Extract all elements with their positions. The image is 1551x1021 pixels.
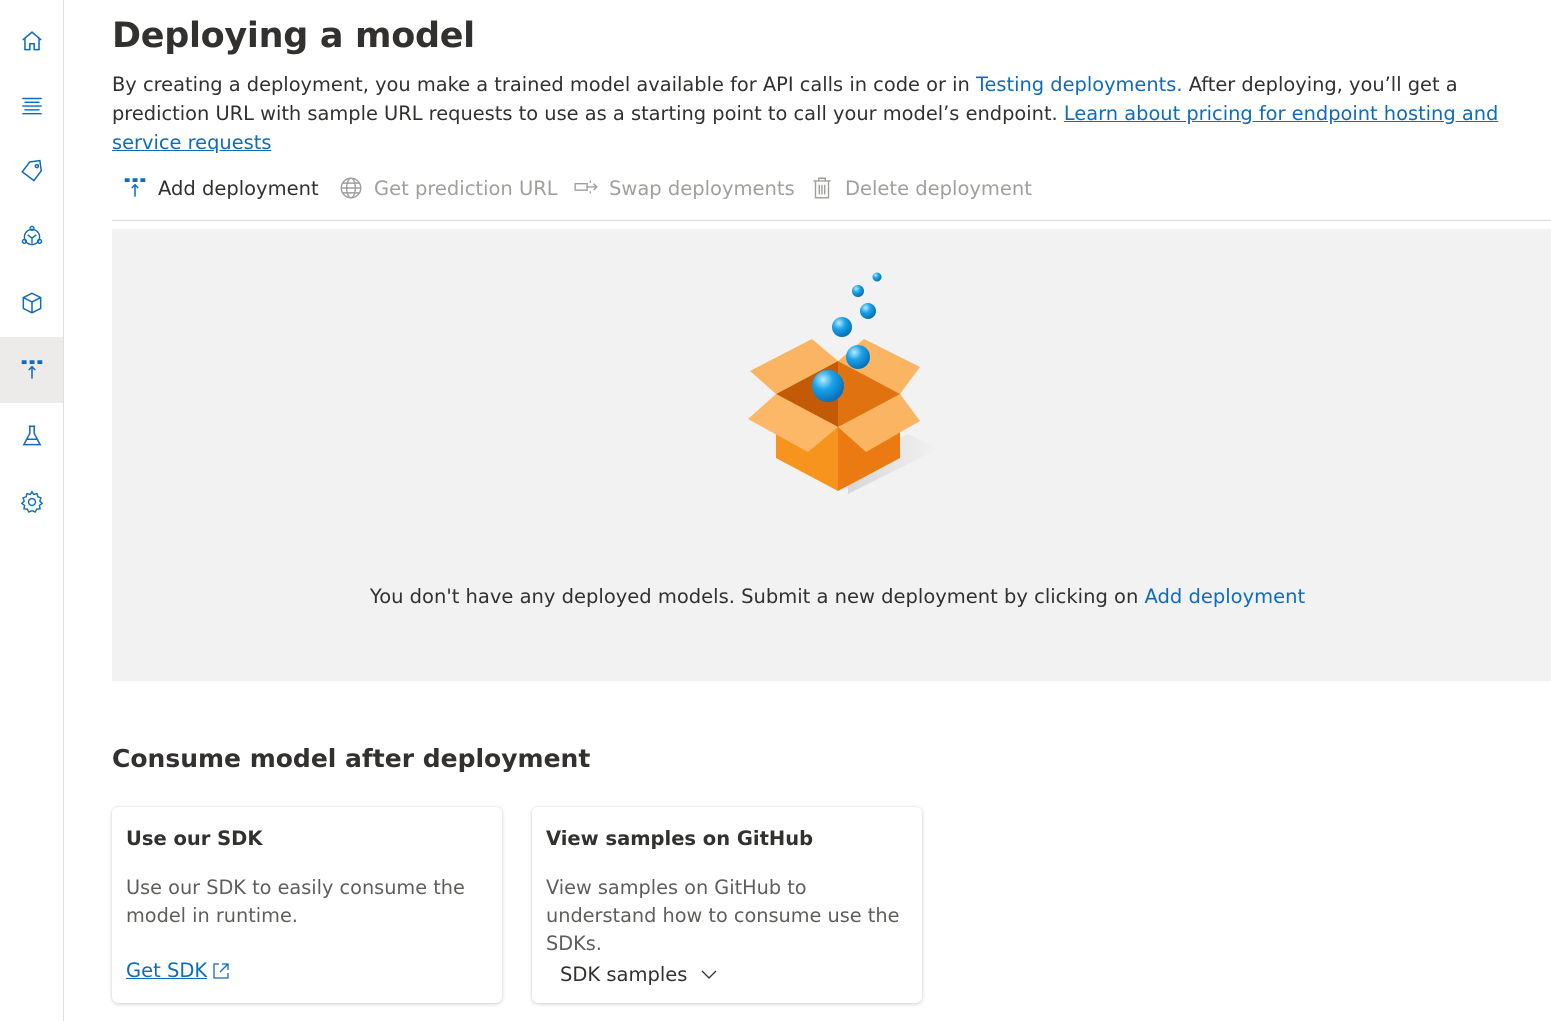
globe-icon <box>340 177 362 199</box>
github-card-description: View samples on GitHub to understand how… <box>546 876 900 955</box>
nav-data-labeling[interactable] <box>0 138 63 204</box>
test-flask-icon <box>22 425 41 446</box>
get-prediction-url-label: Get prediction URL <box>374 176 558 200</box>
testing-deployments-link[interactable]: Testing deployments. <box>976 73 1183 96</box>
command-bar: Add deployment Get prediction URL Swap d… <box>112 164 1551 221</box>
sdk-samples-label: SDK samples <box>560 962 688 986</box>
intro-text-part1: By creating a deployment, you make a tra… <box>112 73 976 96</box>
swap-icon <box>574 180 598 194</box>
get-sdk-label: Get SDK <box>126 959 208 982</box>
swap-deployments-label: Swap deployments <box>609 176 795 200</box>
nav-settings[interactable] <box>0 469 63 535</box>
external-link-icon <box>213 962 229 979</box>
add-deployment-button[interactable]: Add deployment <box>122 172 319 204</box>
nav-projects[interactable] <box>0 72 63 138</box>
settings-icon <box>20 490 43 513</box>
github-samples-card: View samples on GitHub View samples on G… <box>532 807 922 1003</box>
nav-deploying-model[interactable] <box>0 337 63 403</box>
sdk-card-title: Use our SDK <box>126 827 263 850</box>
nav-home[interactable] <box>0 8 63 74</box>
nav-train-model[interactable] <box>0 204 63 270</box>
empty-state-panel: You don't have any deployed models. Subm… <box>112 229 1551 681</box>
github-card-title: View samples on GitHub <box>546 827 814 850</box>
add-deployment-label: Add deployment <box>158 176 319 200</box>
list-icon <box>21 97 42 115</box>
home-icon <box>21 31 42 51</box>
delete-deployment-label: Delete deployment <box>845 176 1032 200</box>
nav-model-performance[interactable] <box>0 270 63 336</box>
nav-testing[interactable] <box>0 403 63 469</box>
chevron-down-icon <box>701 970 717 979</box>
empty-state-message: You don't have any deployed models. Subm… <box>112 585 1551 608</box>
training-icon <box>21 225 42 246</box>
tag-icon <box>20 159 42 182</box>
get-sdk-link[interactable]: Get SDK <box>126 959 231 982</box>
deploy-icon <box>124 178 146 197</box>
deploy-icon <box>21 360 42 379</box>
empty-state-text: You don't have any deployed models. Subm… <box>369 585 1145 608</box>
consume-section-title: Consume model after deployment <box>112 744 591 773</box>
swap-deployments-button[interactable]: Swap deployments <box>573 172 795 204</box>
sdk-samples-dropdown[interactable]: SDK samples <box>546 957 733 991</box>
sdk-card-description: Use our SDK to easily consume the model … <box>126 876 465 927</box>
get-prediction-url-button[interactable]: Get prediction URL <box>338 172 558 204</box>
page-description: By creating a deployment, you make a tra… <box>112 70 1547 157</box>
model-icon <box>22 292 41 314</box>
sdk-card: Use our SDK Use our SDK to easily consum… <box>112 807 502 1003</box>
trash-icon <box>813 177 831 199</box>
delete-deployment-button[interactable]: Delete deployment <box>809 172 1032 204</box>
empty-state-add-deployment-link[interactable]: Add deployment <box>1145 585 1306 608</box>
empty-box-illustration <box>748 272 938 494</box>
page-title: Deploying a model <box>112 16 475 56</box>
left-nav-rail <box>0 0 64 1021</box>
